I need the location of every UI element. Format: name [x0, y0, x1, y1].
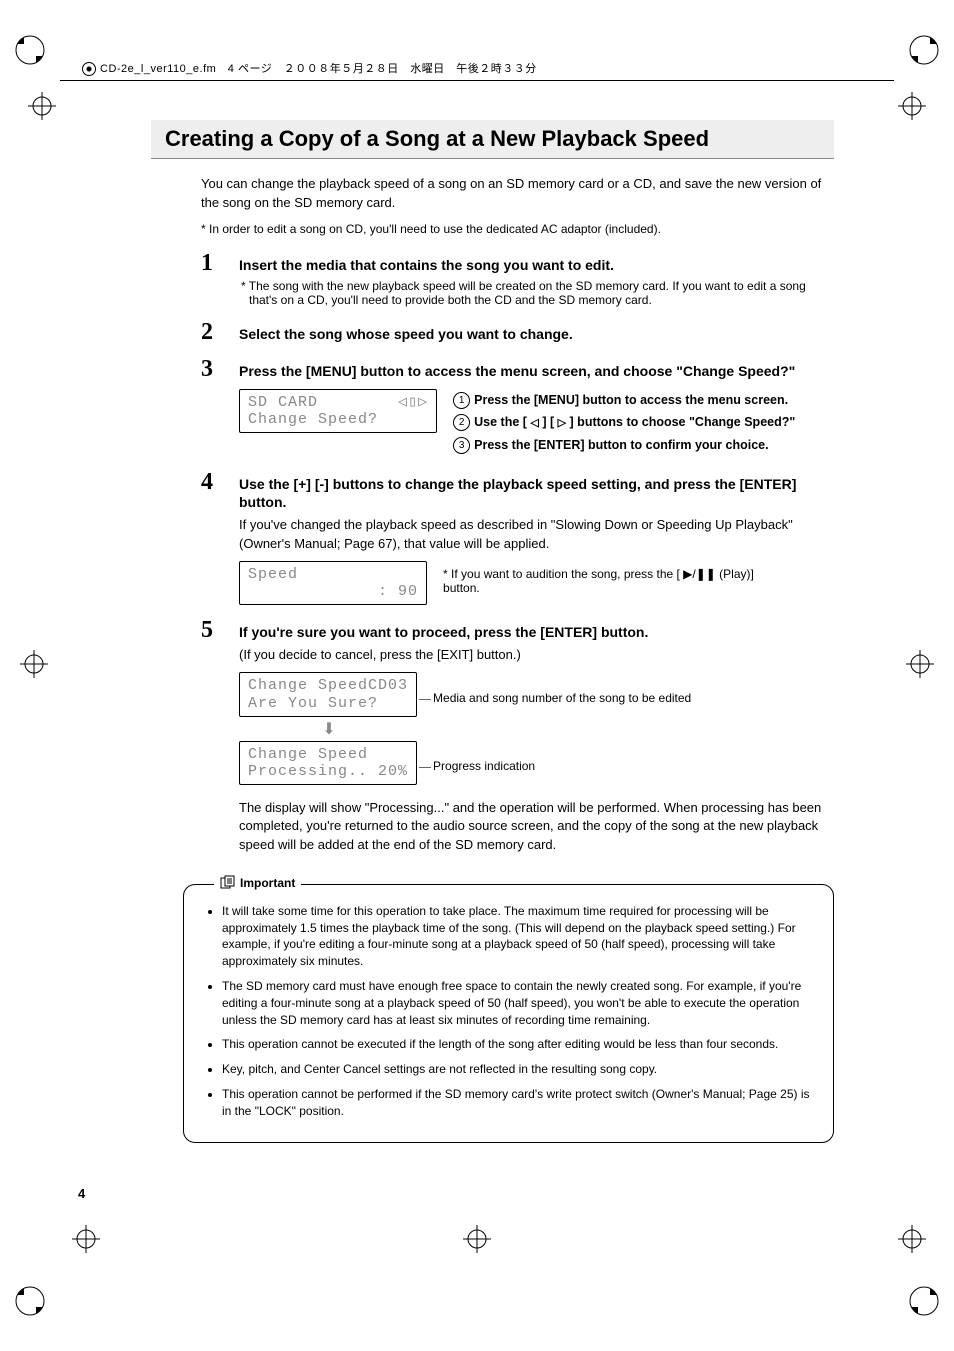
steps-list: 1 Insert the media that contains the son…: [201, 256, 834, 854]
substep-text: Press the [ENTER] button to confirm your…: [474, 438, 768, 452]
substep-text: ] buttons to choose "Change Speed?": [566, 415, 795, 429]
important-item: Key, pitch, and Center Cancel settings a…: [222, 1061, 813, 1078]
important-item: This operation cannot be performed if th…: [222, 1086, 813, 1120]
important-box: Important It will take some time for thi…: [183, 884, 834, 1143]
important-list: It will take some time for this operatio…: [204, 903, 813, 1120]
registration-mark-icon: [904, 1281, 944, 1321]
step-heading: Select the song whose speed you want to …: [239, 325, 834, 344]
audition-note: * If you want to audition the song, pres…: [443, 561, 773, 595]
step-2: 2 Select the song whose speed you want t…: [201, 325, 834, 344]
down-arrow-icon: ⬇: [239, 719, 419, 739]
lcd-display: Change SpeedCD03 Are You Sure?: [239, 672, 417, 717]
circled-1-icon: 1: [453, 392, 470, 409]
page-content: Creating a Copy of a Song at a New Playb…: [155, 120, 834, 1143]
lcd-display: Speed : 90: [239, 561, 427, 606]
step-body: If you've changed the playback speed as …: [239, 516, 834, 552]
step-subbody: (If you decide to cancel, press the [EXI…: [239, 646, 834, 664]
lcd-display: SD CARD ◁▯▷ Change Speed?: [239, 389, 437, 434]
section-title: Creating a Copy of a Song at a New Playb…: [151, 120, 834, 159]
step-4: 4 Use the [+] [-] buttons to change the …: [201, 475, 834, 606]
step-number: 4: [201, 469, 213, 496]
registration-mark-icon: [904, 30, 944, 70]
important-item: The SD memory card must have enough free…: [222, 978, 813, 1028]
lcd-display: Change Speed Processing.. 20%: [239, 741, 417, 786]
crosshair-icon: [20, 650, 48, 678]
registration-mark-icon: [10, 30, 50, 70]
important-item: It will take some time for this operatio…: [222, 903, 813, 970]
page-number: 4: [78, 1186, 85, 1201]
left-triangle-icon: ◁: [530, 414, 538, 434]
crosshair-icon: [72, 1225, 100, 1253]
important-item: This operation cannot be executed if the…: [222, 1036, 813, 1053]
substep-text: ] [: [539, 415, 558, 429]
intro-block: You can change the playback speed of a s…: [201, 175, 834, 238]
right-triangle-icon: ▷: [558, 414, 566, 434]
intro-text: You can change the playback speed of a s…: [201, 175, 834, 213]
step-number: 3: [201, 356, 213, 383]
step-number: 1: [201, 250, 213, 277]
substeps: 1 Press the [MENU] button to access the m…: [453, 389, 795, 457]
pages-icon: [220, 875, 236, 892]
header-divider: [60, 80, 894, 81]
lcd-caption: Progress indication: [433, 759, 535, 773]
crosshair-icon: [906, 650, 934, 678]
important-label-text: Important: [240, 876, 295, 890]
circled-2-icon: 2: [453, 414, 470, 431]
step-5: 5 If you're sure you want to proceed, pr…: [201, 623, 834, 854]
crosshair-icon: [463, 1225, 491, 1253]
step-heading: Insert the media that contains the song …: [239, 256, 834, 275]
step-heading: Press the [MENU] button to access the me…: [239, 362, 834, 381]
step-number: 5: [201, 617, 213, 644]
step-3: 3 Press the [MENU] button to access the …: [201, 362, 834, 457]
step-note: * The song with the new playback speed w…: [239, 279, 834, 307]
crosshair-icon: [898, 92, 926, 120]
step-heading: Use the [+] [-] buttons to change the pl…: [239, 475, 834, 513]
step-after-text: The display will show "Processing..." an…: [239, 799, 834, 854]
crosshair-icon: [898, 1225, 926, 1253]
circled-3-icon: 3: [453, 437, 470, 454]
print-header-line: CD-2e_l_ver110_e.fm 4 ページ ２００８年５月２８日 水曜日…: [100, 60, 537, 76]
step-1: 1 Insert the media that contains the son…: [201, 256, 834, 307]
important-label: Important: [214, 875, 301, 892]
step-heading: If you're sure you want to proceed, pres…: [239, 623, 834, 642]
intro-note: * In order to edit a song on CD, you'll …: [201, 221, 834, 238]
registration-mark-icon: [10, 1281, 50, 1321]
lcd-caption: Media and song number of the song to be …: [433, 691, 691, 705]
substep-text: Use the [: [474, 415, 530, 429]
crosshair-icon: [28, 92, 56, 120]
step-number: 2: [201, 319, 213, 346]
substep-text: Press the [MENU] button to access the me…: [474, 393, 788, 407]
